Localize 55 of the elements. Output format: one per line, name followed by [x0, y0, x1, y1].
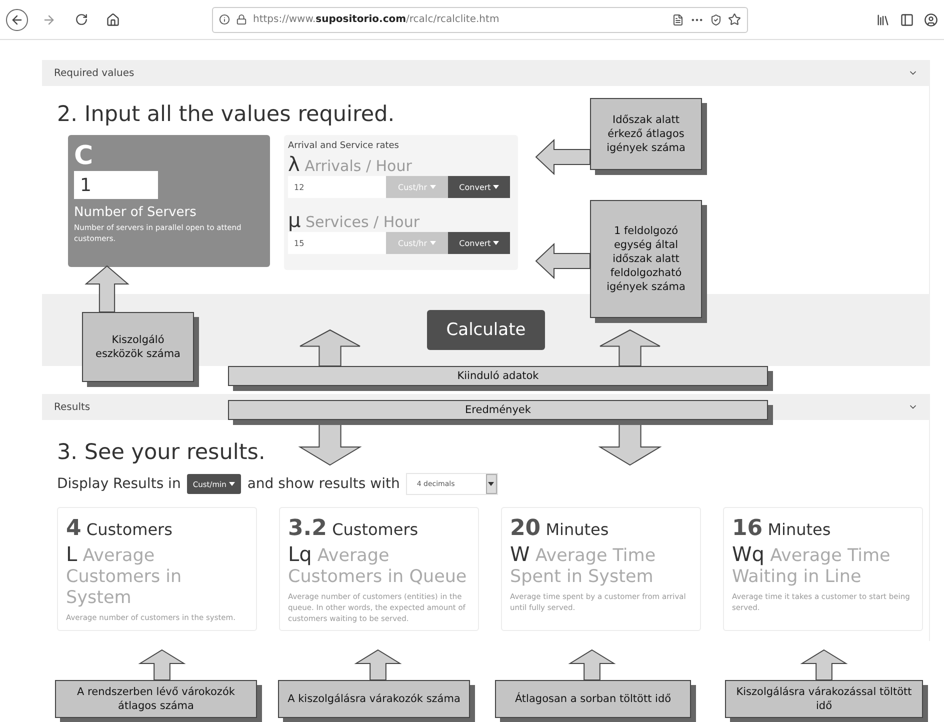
block-arrow	[536, 140, 590, 174]
rates-title: Arrival and Service rates	[288, 141, 400, 151]
section-heading: 3. See your results.	[57, 440, 266, 465]
block-arrow	[570, 650, 614, 680]
lock-icon	[236, 14, 247, 25]
block-arrow	[86, 266, 128, 312]
block-arrow	[536, 244, 590, 278]
rate-label: λ Arrivals / Hour	[288, 152, 413, 176]
result-value: 20 Minutes	[510, 516, 610, 541]
caret-icon	[229, 482, 236, 486]
panel-title[interactable]: Results	[54, 402, 90, 412]
block-arrow	[140, 650, 184, 680]
block-arrow	[300, 330, 360, 366]
library-icon[interactable]	[876, 12, 890, 26]
home-icon	[106, 12, 120, 26]
result-title: W Average Time Spent in System	[510, 544, 657, 588]
caret-icon	[430, 185, 436, 189]
result-title: Wq Average Time Waiting in Line	[732, 544, 892, 588]
block-arrow	[600, 330, 660, 366]
servers-input[interactable]: 1	[74, 171, 158, 199]
convert-button[interactable]: Convert	[448, 232, 510, 254]
sidebar-icon[interactable]	[900, 12, 914, 26]
rate-input[interactable]: 15	[288, 232, 386, 254]
servers-symbol: C	[74, 141, 94, 171]
section-heading: 2. Input all the values required.	[57, 102, 395, 127]
reload-icon	[74, 13, 88, 26]
panel-title[interactable]: Required values	[54, 68, 134, 78]
reader-icon[interactable]	[672, 14, 684, 26]
result-value: 3.2 Customers	[288, 516, 420, 541]
url-text: https://www.supositorio.com/rcalc/rcalclite.htm	[253, 14, 500, 25]
forward-icon	[42, 12, 56, 26]
servers-label: Number of Servers	[74, 205, 198, 220]
convert-button[interactable]: Convert	[448, 176, 510, 198]
result-title: L Average Customers in System	[66, 544, 183, 609]
rate-input[interactable]: 12	[288, 176, 386, 198]
address-bar[interactable]: https://www.supositorio.com/rcalc/rcalclite.htm	[212, 6, 748, 32]
caret-icon	[492, 185, 499, 189]
caret-icon	[492, 241, 499, 245]
result-value: 4 Customers	[66, 516, 174, 541]
back-button[interactable]	[6, 8, 28, 30]
account-icon[interactable]	[924, 12, 938, 26]
result-value: 16 Minutes	[732, 516, 832, 541]
block-arrow	[802, 650, 846, 680]
shield-icon[interactable]	[710, 14, 722, 26]
caret-icon	[488, 482, 494, 486]
back-icon	[10, 12, 24, 26]
block-arrow	[356, 650, 400, 680]
star-icon[interactable]	[728, 13, 741, 26]
rate-label: μ Services / Hour	[288, 208, 420, 232]
display-label: Display Results in	[57, 476, 181, 492]
calculate-button[interactable]: Calculate	[427, 310, 545, 350]
result-title: Lq Average Customers in Queue	[288, 544, 468, 588]
show-label: and show results with	[247, 476, 400, 492]
caret-icon	[430, 241, 436, 245]
info-icon	[219, 14, 230, 25]
